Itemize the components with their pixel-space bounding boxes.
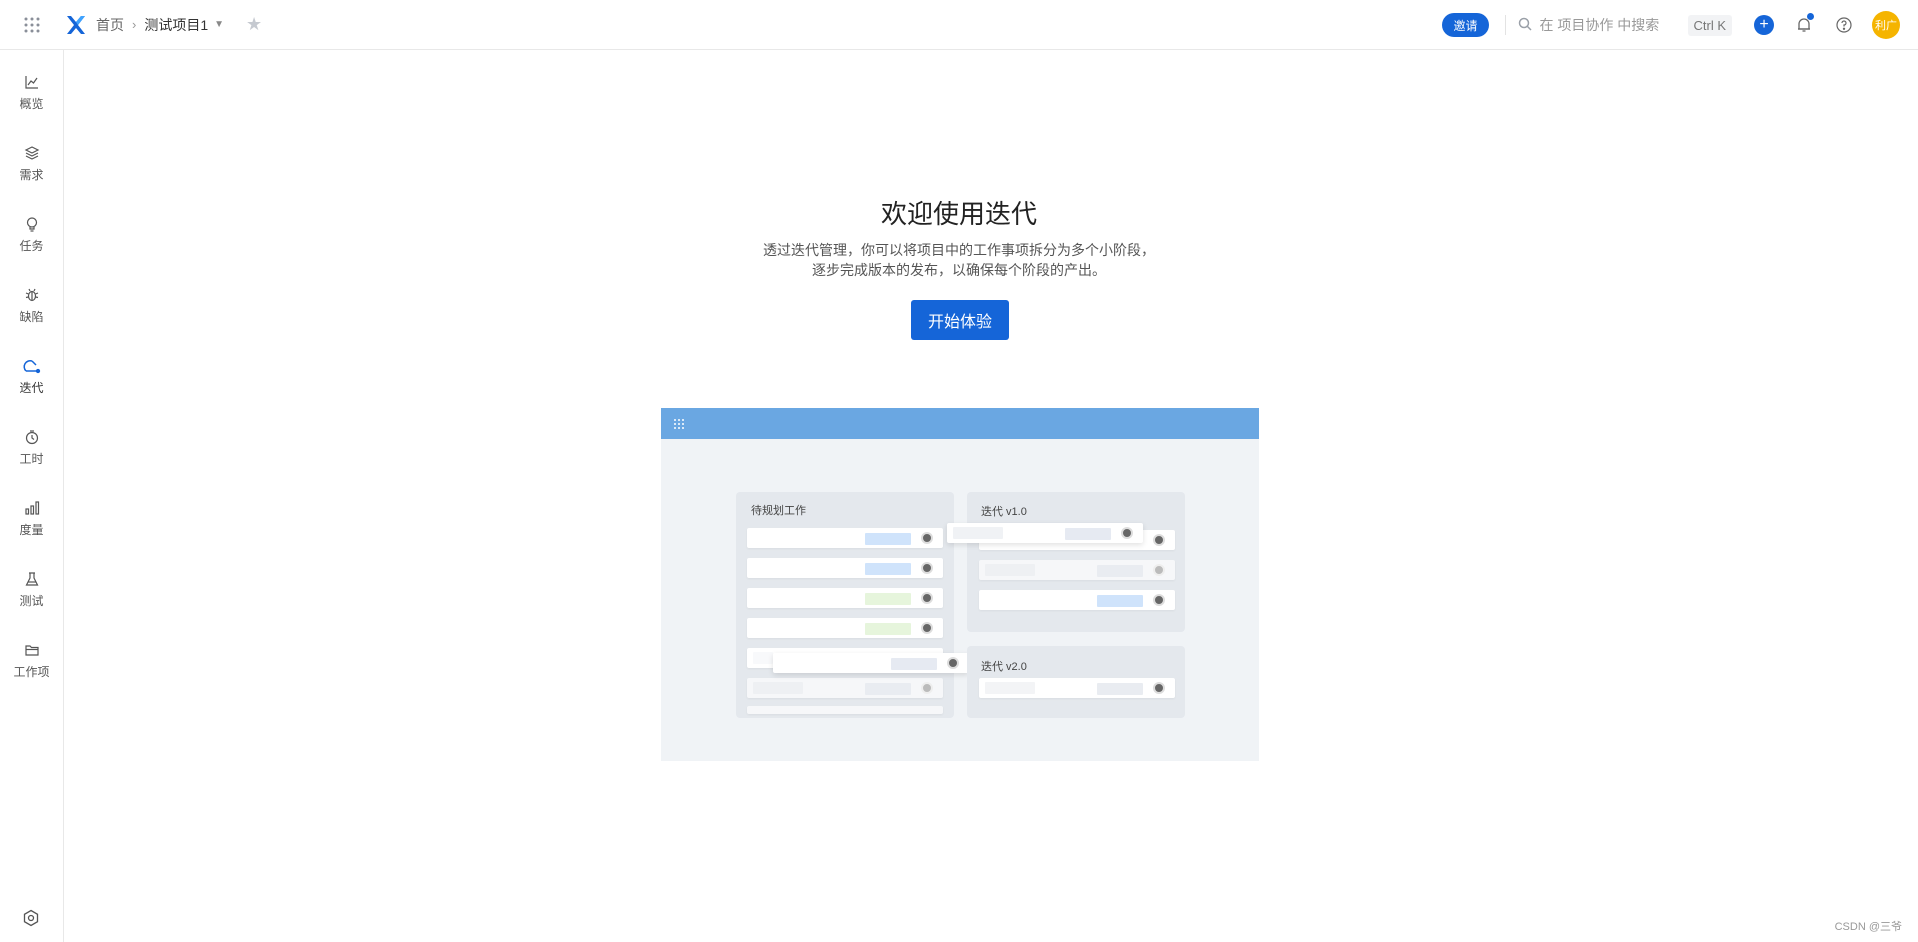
add-icon[interactable]: + (1754, 15, 1774, 35)
grid-dots-icon (674, 418, 684, 429)
description-line-1: 透过迭代管理，你可以将项目中的工作事项拆分为多个小阶段， (763, 242, 1155, 258)
sidebar-item-worktime[interactable]: 工时 (0, 417, 63, 477)
notification-dot (1807, 13, 1814, 20)
sidebar-item-label: 测试 (19, 593, 44, 608)
settings-gear-icon[interactable] (22, 909, 40, 930)
sidebar-item-label: 任务 (19, 238, 44, 253)
top-bar-right: 邀请 在 项目协作 中搜索 Ctrl K + 利广 (1442, 0, 1918, 50)
favorite-star-icon[interactable]: ★ (246, 14, 262, 35)
backlog-card (747, 706, 943, 714)
sidebar-item-overview[interactable]: 概览 (0, 62, 63, 122)
search-icon (1518, 17, 1532, 34)
sidebar-item-defects[interactable]: 缺陷 (0, 275, 63, 335)
sidebar-item-label: 缺陷 (19, 309, 44, 324)
caret-down-icon: ▼ (214, 19, 225, 30)
sidebar: 概览 需求 任务 缺陷 迭代 工时 度量 测试 工作项 (0, 50, 64, 942)
sprint-v1-card (979, 590, 1175, 610)
iteration-illustration: 待规划工作 迭代 v1.0 迭代 v2.0 (661, 408, 1259, 761)
sidebar-item-tasks[interactable]: 任务 (0, 204, 63, 264)
app-grid-icon[interactable] (0, 0, 64, 50)
sprint-v2-title: 迭代 v2.0 (981, 661, 1027, 673)
iteration-icon (23, 357, 41, 375)
bug-icon (23, 286, 41, 304)
backlog-card (747, 678, 943, 698)
bar-chart-icon (23, 499, 41, 517)
chart-line-icon (23, 73, 41, 91)
sprint-v1-card (979, 560, 1175, 580)
sprint-v2-card (979, 678, 1175, 698)
sidebar-item-label: 度量 (19, 522, 44, 537)
sidebar-item-testing[interactable]: 测试 (0, 559, 63, 619)
watermark: CSDN @三爷 (1834, 921, 1902, 933)
sidebar-item-label: 迭代 (19, 380, 44, 395)
search-shortcut: Ctrl K (1687, 14, 1732, 36)
backlog-title: 待规划工作 (751, 505, 806, 517)
help-icon[interactable] (1834, 15, 1854, 35)
invite-button[interactable]: 邀请 (1442, 13, 1489, 37)
dragging-card (773, 653, 969, 673)
project-selector[interactable]: 测试项目1 ▼ (144, 15, 224, 35)
backlog-card (747, 528, 943, 548)
layers-icon (23, 144, 41, 162)
logo-icon[interactable] (64, 13, 88, 37)
top-bar-left: 首页 › 测试项目1 ▼ ★ (0, 0, 262, 49)
clock-icon (23, 428, 41, 446)
divider (1504, 15, 1506, 35)
sidebar-item-iteration[interactable]: 迭代 (0, 346, 63, 406)
project-name: 测试项目1 (144, 16, 209, 33)
sidebar-item-label: 工作项 (13, 664, 50, 679)
description-line-2: 逐步完成版本的发布，以确保每个阶段的产出。 (812, 262, 1106, 278)
search-placeholder: 在 项目协作 中搜索 (1539, 17, 1660, 33)
sprint-v1-title: 迭代 v1.0 (981, 506, 1027, 518)
page-title: 欢迎使用迭代 (880, 199, 1037, 229)
backlog-card (747, 558, 943, 578)
breadcrumb-home[interactable]: 首页 (96, 15, 124, 35)
sidebar-item-metrics[interactable]: 度量 (0, 488, 63, 548)
sidebar-item-workitems[interactable]: 工作项 (0, 630, 63, 690)
illustration-header (661, 408, 1259, 439)
lightbulb-icon (23, 215, 41, 233)
search-input[interactable]: 在 项目协作 中搜索 (1518, 15, 1688, 35)
backlog-card (747, 618, 943, 638)
sidebar-item-label: 工时 (19, 451, 44, 466)
sidebar-item-label: 需求 (19, 167, 44, 182)
sidebar-item-label: 概览 (19, 96, 44, 111)
user-avatar[interactable]: 利广 (1872, 11, 1900, 39)
folder-icon (23, 641, 41, 659)
sidebar-item-requirements[interactable]: 需求 (0, 133, 63, 193)
dragging-card (947, 523, 1143, 543)
backlog-card (747, 588, 943, 608)
start-experience-button[interactable]: 开始体验 (911, 300, 1009, 340)
flask-icon (23, 570, 41, 588)
page-description: 透过迭代管理，你可以将项目中的工作事项拆分为多个小阶段， 逐步完成版本的发布，以… (64, 240, 1854, 280)
breadcrumb-separator-icon: › (132, 17, 137, 32)
top-bar: 首页 › 测试项目1 ▼ ★ 邀请 在 项目协作 中搜索 Ctrl K + 利广 (0, 0, 1918, 50)
notification-bell-icon[interactable] (1794, 13, 1814, 35)
